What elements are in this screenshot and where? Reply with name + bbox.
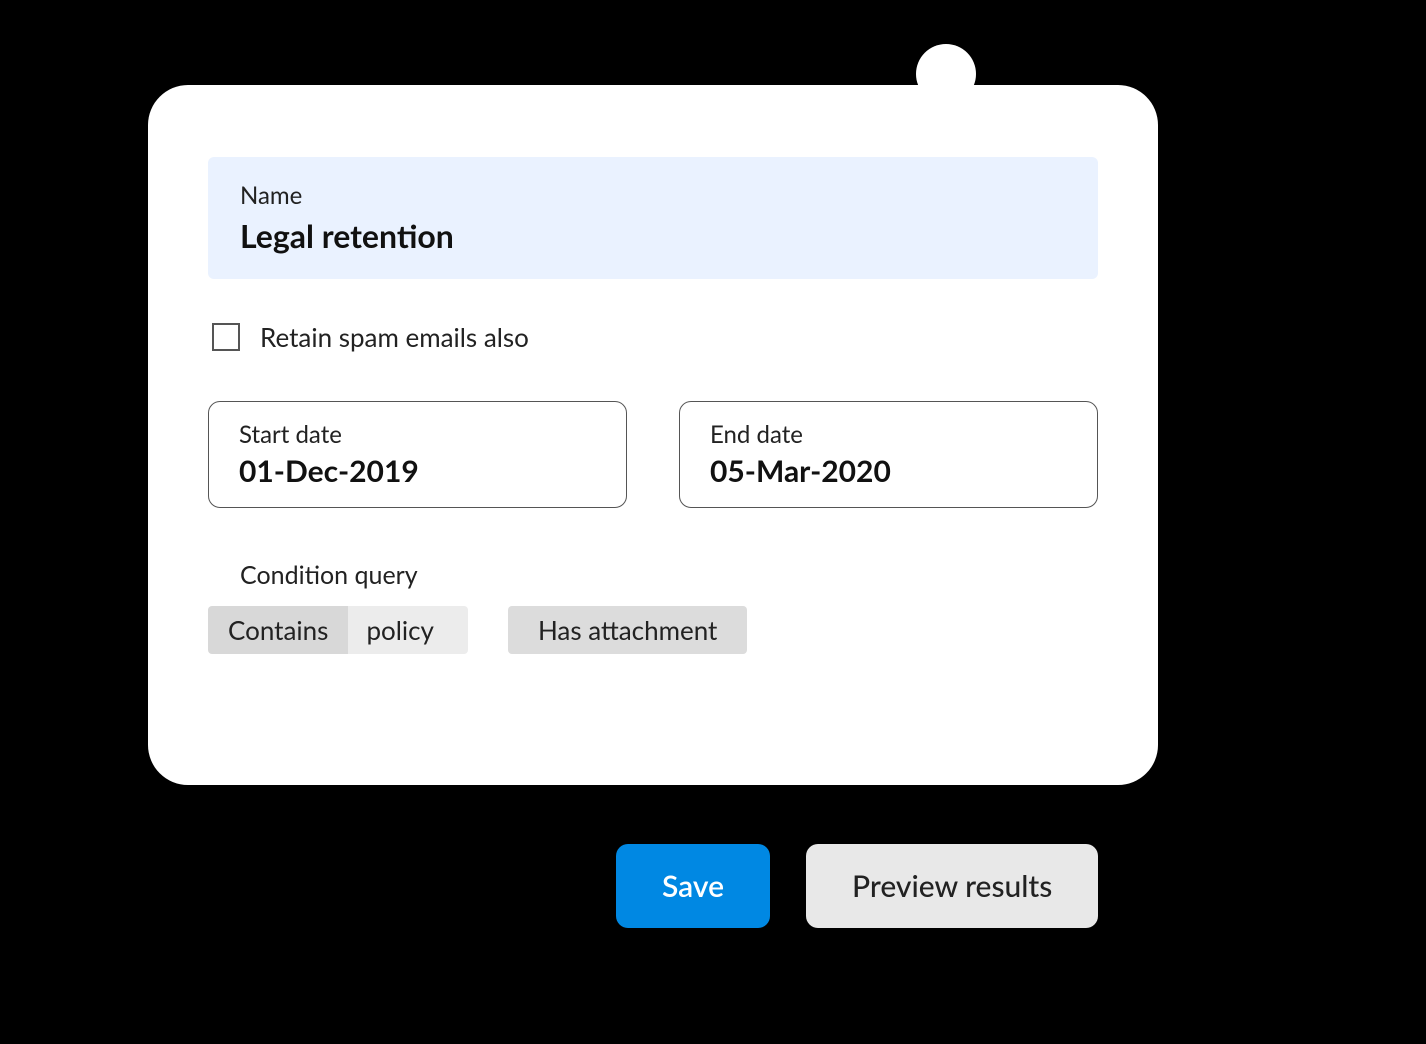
condition-chips-row: Contains policy Has attachment [208,606,1098,654]
retain-spam-row: Retain spam emails also [208,321,1098,353]
end-date-value: 05-Mar-2020 [710,453,1067,489]
start-date-field[interactable]: Start date 01-Dec-2019 [208,401,627,508]
action-buttons: Save Preview results [616,844,1098,928]
condition-section: Condition query Contains policy Has atta… [208,560,1098,654]
name-value: Legal retention [240,216,1066,255]
date-row: Start date 01-Dec-2019 End date 05-Mar-2… [208,401,1098,508]
policy-form-card: Name Legal retention Retain spam emails … [148,85,1158,785]
save-button[interactable]: Save [616,844,770,928]
condition-query-label: Condition query [240,560,1098,590]
retain-spam-checkbox[interactable] [212,323,240,351]
name-label: Name [240,181,1066,210]
chip-operator: Contains [208,606,348,654]
retain-spam-label: Retain spam emails also [260,321,529,353]
chip-value: policy [348,606,468,654]
condition-chip-attachment[interactable]: Has attachment [508,606,747,654]
preview-results-button[interactable]: Preview results [806,844,1098,928]
end-date-label: End date [710,420,1067,449]
end-date-field[interactable]: End date 05-Mar-2020 [679,401,1098,508]
condition-chip-contains[interactable]: Contains policy [208,606,468,654]
name-field[interactable]: Name Legal retention [208,157,1098,279]
start-date-value: 01-Dec-2019 [239,453,596,489]
start-date-label: Start date [239,420,596,449]
